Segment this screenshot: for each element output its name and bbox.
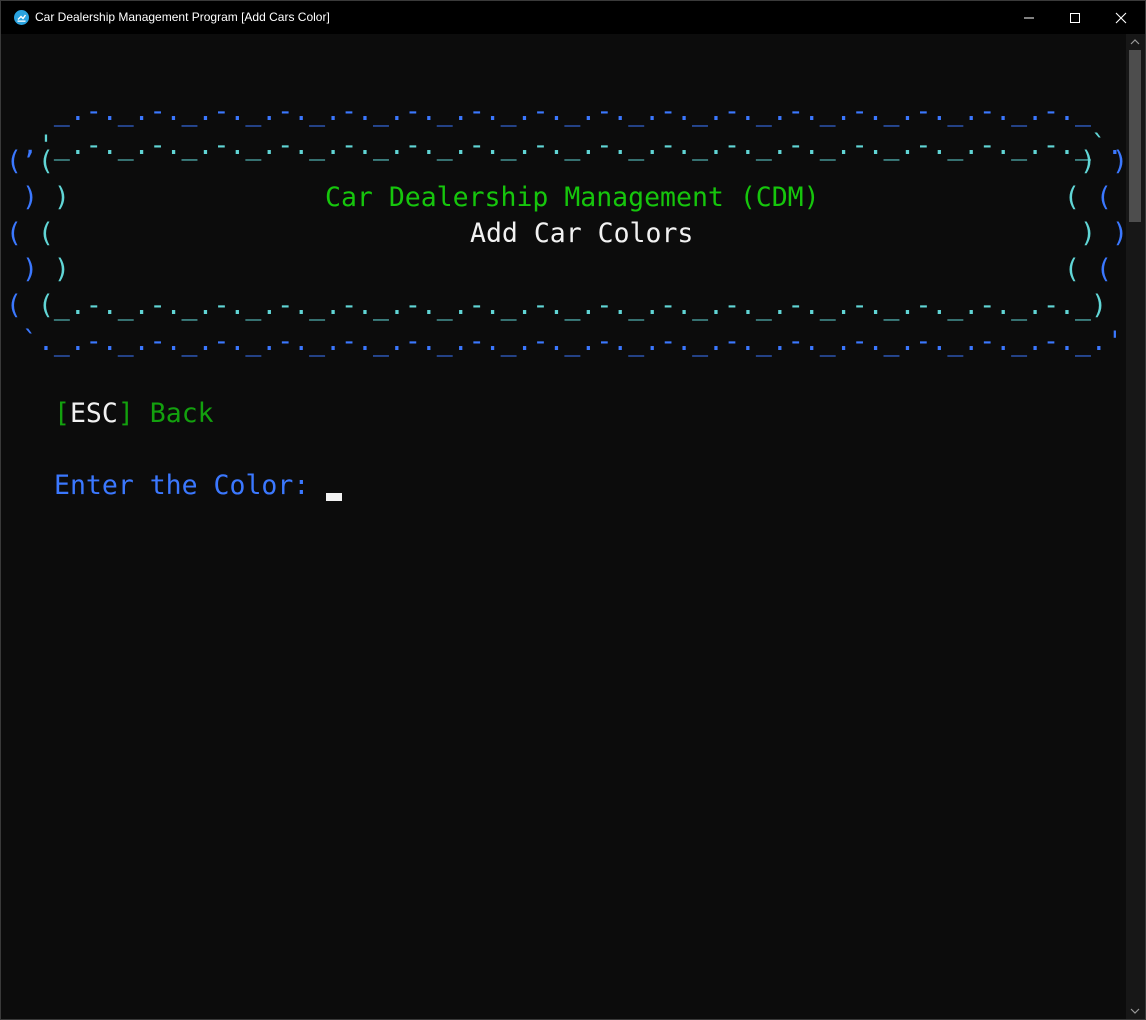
banner-row-3: ( (	[6, 216, 54, 252]
banner-top-outer: _.-._.-._.-._.-._.-._.-._.-._.-._.-._.-.…	[6, 94, 1091, 130]
banner-paren: (	[6, 218, 22, 249]
banner-paren: )	[1080, 218, 1096, 249]
title-bar[interactable]: Car Dealership Management Program [Add C…	[1, 1, 1145, 34]
close-icon	[1115, 12, 1127, 24]
banner-paren: (	[1064, 254, 1080, 285]
banner-row-4: ) )	[6, 252, 70, 288]
page-subtitle: Add Car Colors	[470, 216, 693, 252]
scroll-down-arrow-icon[interactable]	[1130, 1008, 1140, 1014]
banner-paren: (	[37, 146, 54, 177]
page-title: Car Dealership Management (CDM)	[325, 180, 820, 216]
banner-paren: (	[37, 218, 54, 249]
banner-top-inner: ,'_.-._.-._.-._.-._.-._.-._.-._.-._.-._.…	[6, 128, 1123, 164]
menu-back-option[interactable]: [ESC] Back	[54, 396, 214, 432]
key-bracket: ]	[117, 398, 134, 429]
maximize-icon	[1070, 13, 1080, 23]
banner-border: _.-._.-._.-._.-._.-._.-._.-._.-._.-._.-.…	[53, 290, 1091, 321]
text-cursor	[326, 493, 342, 501]
banner-paren: )	[1112, 146, 1126, 177]
screen-subtitle: Add Car Colors	[470, 218, 694, 249]
banner-paren: )	[21, 182, 38, 213]
vertical-scrollbar[interactable]	[1126, 34, 1145, 1019]
banner-row-2-right: ( (	[1064, 180, 1112, 216]
app-title: Car Dealership Management (CDM)	[325, 182, 820, 213]
banner-border: _.-._.-._.-._.-._.-._.-._.-._.-._.-._.-.…	[53, 96, 1091, 127]
minimize-icon	[1024, 17, 1034, 19]
banner-paren: (	[6, 146, 22, 177]
window-title: Car Dealership Management Program [Add C…	[35, 10, 330, 24]
console-output[interactable]: _.-._.-._.-._.-._.-._.-._.-._.-._.-._.-.…	[6, 34, 1126, 1019]
banner-paren: (	[6, 290, 22, 321]
banner-paren: )	[1080, 146, 1096, 177]
terminal-app-icon	[14, 10, 29, 25]
banner-bottom-outer: `._.-._.-._.-._.-._.-._.-._.-._.-._.-._.…	[6, 324, 1123, 360]
banner-paren: (	[37, 290, 54, 321]
color-prompt: Enter the Color:	[54, 468, 325, 504]
console-window: Car Dealership Management Program [Add C…	[0, 0, 1146, 1020]
banner-border: ._.-._.-._.-._.-._.-._.-._.-._.-._.-._.-…	[37, 326, 1123, 357]
banner-row-3-right: ) )	[1080, 216, 1126, 252]
banner-bottom-inner: ( (_.-._.-._.-._.-._.-._.-._.-._.-._.-._…	[6, 288, 1126, 324]
banner-paren: (	[1064, 182, 1080, 213]
banner-row-1-right: ) )	[1080, 144, 1126, 180]
maximize-button[interactable]	[1052, 1, 1098, 34]
banner-paren: )	[53, 254, 70, 285]
esc-key-label: ESC	[69, 398, 118, 429]
banner-paren: (	[1095, 254, 1112, 285]
banner-paren: )	[53, 182, 70, 213]
banner-border: '_.-._.-._.-._.-._.-._.-._.-._.-._.-._.-…	[37, 130, 1107, 161]
back-label: Back	[149, 398, 214, 429]
scrollbar-thumb[interactable]	[1129, 50, 1141, 222]
banner-paren: (	[1095, 182, 1112, 213]
banner-row-4-right: ( (	[1064, 252, 1112, 288]
banner-paren: )	[21, 254, 38, 285]
scroll-up-arrow-icon[interactable]	[1130, 39, 1140, 45]
close-button[interactable]	[1098, 1, 1144, 34]
banner-paren: )	[1090, 290, 1107, 321]
banner-row-2: ) )	[6, 180, 70, 216]
key-bracket: [	[54, 398, 70, 429]
banner-paren: )	[1112, 218, 1126, 249]
banner-row-1: ( (	[6, 144, 54, 180]
banner-corner: `	[21, 326, 38, 357]
minimize-button[interactable]	[1006, 1, 1052, 34]
color-prompt-label: Enter the Color:	[54, 470, 310, 501]
